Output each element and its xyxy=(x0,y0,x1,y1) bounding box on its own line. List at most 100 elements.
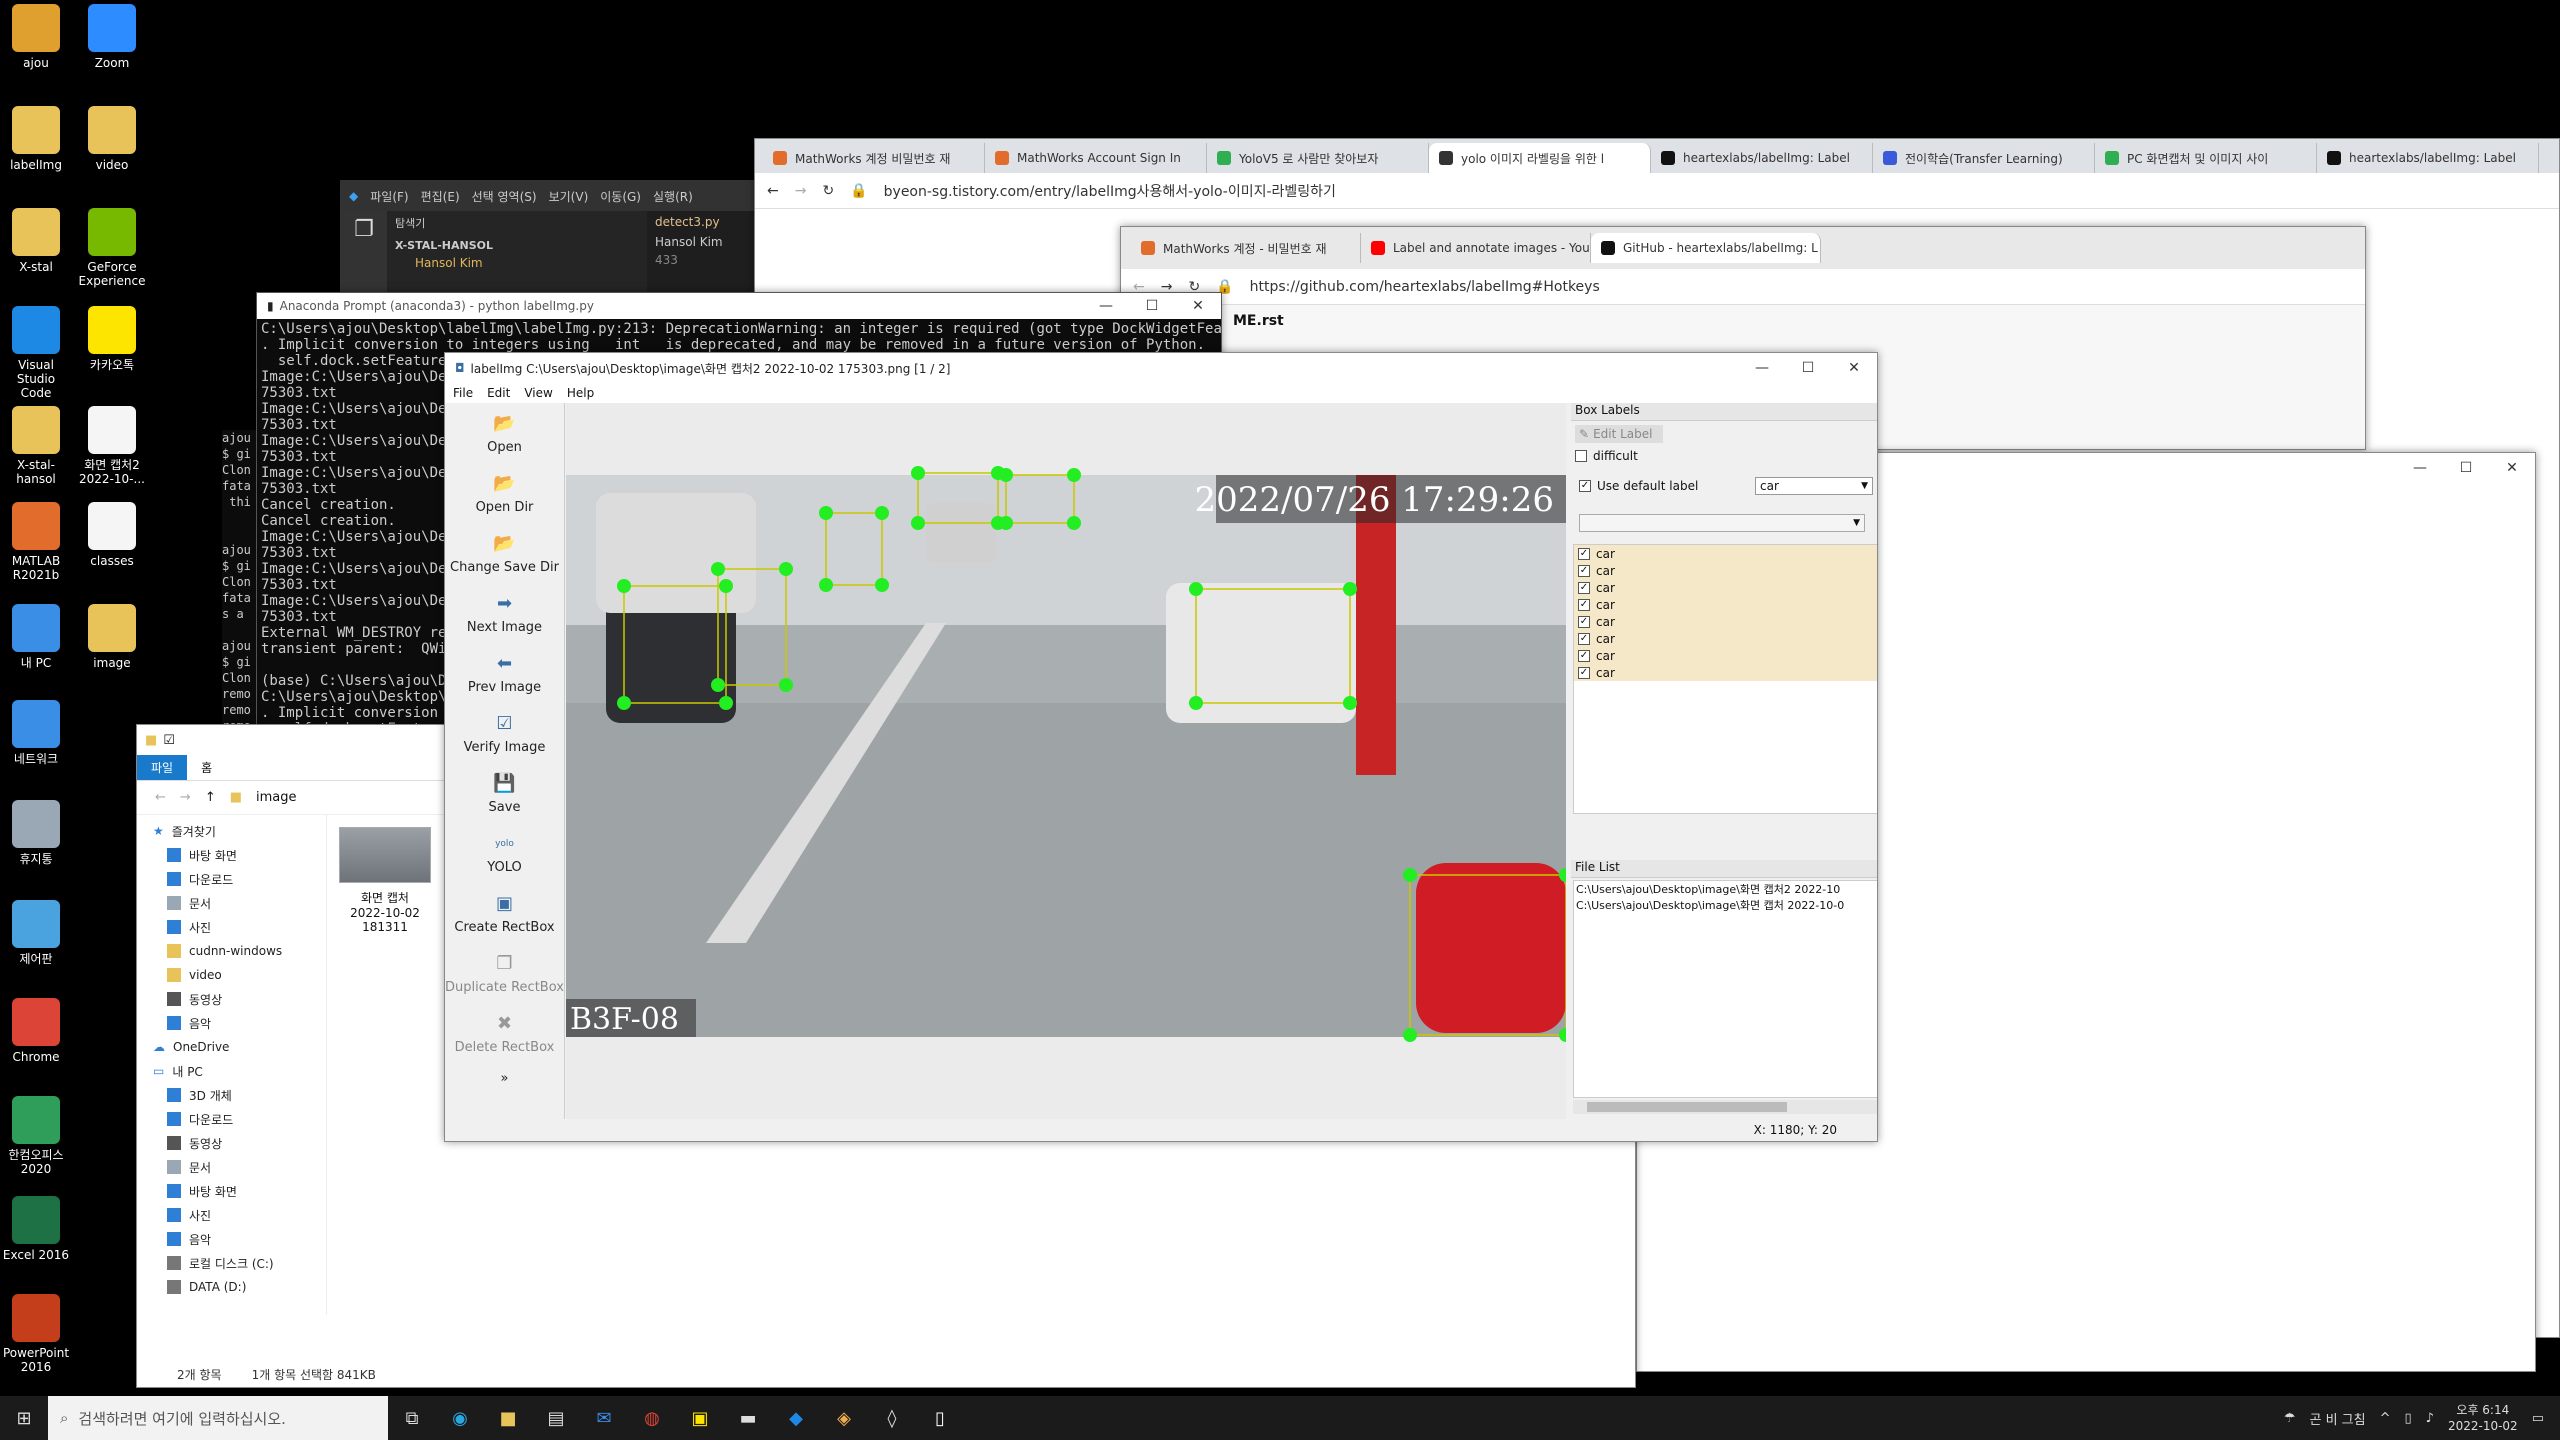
nav-item[interactable]: 동영상 xyxy=(137,987,326,1011)
volume-icon[interactable]: ♪ xyxy=(2426,1411,2434,1426)
box-vertex-handle[interactable] xyxy=(1343,582,1357,596)
quick-access[interactable]: ★ 즐겨찾기 xyxy=(137,819,326,843)
nav-item[interactable]: 음악 xyxy=(137,1011,326,1035)
maximize-button[interactable]: ☐ xyxy=(1785,360,1831,376)
box-vertex-handle[interactable] xyxy=(1189,582,1203,596)
label-checkbox[interactable]: ✓ xyxy=(1578,581,1590,594)
file-list-scrollbar[interactable] xyxy=(1573,1100,1877,1114)
label-checkbox[interactable]: ✓ xyxy=(1578,564,1590,577)
taskbar-search[interactable]: ⌕ 검색하려면 여기에 입력하십시오. xyxy=(48,1396,388,1440)
vscode-menu-item[interactable]: 이동(G) xyxy=(600,188,641,205)
desktop-icon[interactable]: Visual Studio Code xyxy=(0,306,72,400)
desktop-icon[interactable]: 한컴오피스 2020 xyxy=(0,1096,72,1176)
scrollbar-thumb[interactable] xyxy=(1587,1102,1787,1112)
weather-text[interactable]: 곤 비 그침 xyxy=(2309,1409,2365,1428)
image-canvas[interactable]: 2022/07/26 17:29:26 B3F-08 xyxy=(566,403,1573,1139)
notification-icon[interactable]: ▭ xyxy=(2532,1411,2544,1426)
terminal-icon[interactable]: ▬ xyxy=(724,1396,772,1440)
label-list-item[interactable]: ✓ car xyxy=(1574,647,1877,664)
tool-button[interactable]: 📂 Open Dir xyxy=(445,463,564,523)
box-vertex-handle[interactable] xyxy=(1343,696,1357,710)
desktop-icon[interactable]: classes xyxy=(76,502,148,568)
box-vertex-handle[interactable] xyxy=(719,579,733,593)
up-icon[interactable]: ↑ xyxy=(205,790,216,805)
tray-chevron-icon[interactable]: ^ xyxy=(2380,1411,2391,1426)
start-button[interactable]: ⊞ xyxy=(0,1396,48,1440)
nav-item[interactable]: 동영상 xyxy=(137,1131,326,1155)
tool-button[interactable]: 📂 Change Save Dir xyxy=(445,523,564,583)
explorer-subfolder[interactable]: Hansol Kim xyxy=(395,256,639,270)
tool-button[interactable]: ☑ Verify Image xyxy=(445,703,564,763)
properties-icon[interactable]: ☑ xyxy=(163,733,175,748)
desktop-icon[interactable]: GeForce Experience xyxy=(76,208,148,288)
vscode-menu-item[interactable]: 실행(R) xyxy=(653,188,693,205)
minimize-button[interactable]: — xyxy=(1739,360,1785,376)
nav-item[interactable]: 음악 xyxy=(137,1227,326,1251)
desktop-icon[interactable]: X-stal xyxy=(0,208,72,274)
label-list[interactable]: ✓ car ✓ car ✓ car ✓ car ✓ car ✓ car ✓ car ✓ car xyxy=(1573,544,1877,814)
label-list-item[interactable]: ✓ car xyxy=(1574,579,1877,596)
edit-label-button[interactable]: ✎ Edit Label xyxy=(1575,425,1663,443)
labelimg-window[interactable]: ◘ labelImg C:\Users\ajou\Desktop\image\화… xyxy=(444,352,1878,1142)
box-vertex-handle[interactable] xyxy=(875,506,889,520)
desktop-icon[interactable]: 제어판 xyxy=(0,900,72,966)
label-list-item[interactable]: ✓ car xyxy=(1574,596,1877,613)
menu-item[interactable]: Help xyxy=(567,386,594,400)
edge-tab[interactable]: GitHub - heartexlabs/labelImg: L xyxy=(1591,233,1821,263)
nav-item[interactable]: 3D 개체 xyxy=(137,1083,326,1107)
difficult-checkbox[interactable]: difficult xyxy=(1571,447,1877,464)
nav-item[interactable]: 사진 xyxy=(137,1203,326,1227)
desktop-icon[interactable]: PowerPoint 2016 xyxy=(0,1294,72,1374)
nav-item[interactable]: 사진 xyxy=(137,915,326,939)
toolbar-expand-icon[interactable]: » xyxy=(445,1063,564,1093)
nav-item[interactable]: 바탕 화면 xyxy=(137,843,326,867)
box-vertex-handle[interactable] xyxy=(779,678,793,692)
box-vertex-handle[interactable] xyxy=(1067,516,1081,530)
reload-icon[interactable]: ↻ xyxy=(822,183,834,199)
editor-tab[interactable]: detect3.py xyxy=(655,215,751,229)
close-button[interactable]: ✕ xyxy=(1831,360,1877,376)
menu-item[interactable]: View xyxy=(524,386,552,400)
menu-item[interactable]: File xyxy=(453,386,473,400)
nav-item[interactable]: video xyxy=(137,963,326,987)
nav-item[interactable]: DATA (D:) xyxy=(137,1275,326,1299)
ribbon-tab[interactable]: 홈 xyxy=(187,755,226,780)
canvas-svg[interactable]: 2022/07/26 17:29:26 B3F-08 xyxy=(566,403,1573,1139)
label-checkbox[interactable]: ✓ xyxy=(1578,632,1590,645)
desktop-icon[interactable]: 네트워크 xyxy=(0,700,72,766)
chrome-address-bar[interactable]: ← → ↻ 🔒 byeon-sg.tistory.com/entry/label… xyxy=(755,173,2559,209)
use-default-label-cb[interactable]: ✓ xyxy=(1579,480,1591,492)
desktop-icon[interactable]: ajou xyxy=(0,4,72,70)
browser-tab[interactable]: heartexlabs/labelImg: Label xyxy=(2317,143,2539,173)
maximize-button[interactable]: ☐ xyxy=(1129,298,1175,314)
weather-icon[interactable]: ☂ xyxy=(2284,1411,2296,1426)
nav-item[interactable]: 로컬 디스크 (C:) xyxy=(137,1251,326,1275)
tool-button[interactable]: ❐ Duplicate RectBox xyxy=(445,943,564,1003)
edge-icon[interactable]: ◉ xyxy=(436,1396,484,1440)
explorer-icon[interactable]: ❐ xyxy=(354,217,374,299)
box-vertex-handle[interactable] xyxy=(1189,696,1203,710)
browser-tab[interactable]: MathWorks 계정 비밀번호 재 xyxy=(763,143,985,173)
box-vertex-handle[interactable] xyxy=(999,468,1013,482)
box-vertex-handle[interactable] xyxy=(1403,868,1417,882)
desktop-icon[interactable]: video xyxy=(76,106,148,172)
tool-button[interactable]: ▣ Create RectBox xyxy=(445,883,564,943)
back-icon[interactable]: ← xyxy=(155,790,166,805)
tool-button[interactable]: 📂 Open xyxy=(445,403,564,463)
box-vertex-handle[interactable] xyxy=(819,506,833,520)
onedrive[interactable]: ☁ OneDrive xyxy=(137,1035,326,1059)
forward-icon[interactable]: → xyxy=(795,183,807,199)
path-text[interactable]: image xyxy=(256,790,297,805)
desktop-icon[interactable]: image xyxy=(76,604,148,670)
tool-button[interactable]: yolo YOLO xyxy=(445,823,564,883)
desktop-icon[interactable]: Chrome xyxy=(0,998,72,1064)
file-item[interactable]: 화면 캡처 2022-10-02 181311 xyxy=(335,827,435,934)
close-button[interactable]: ✕ xyxy=(1175,298,1221,314)
vscode-menu-item[interactable]: 선택 영역(S) xyxy=(472,188,537,205)
edge-address-bar[interactable]: ← → ↻ 🔒 https://github.com/heartexlabs/l… xyxy=(1121,269,2365,305)
navigation-pane[interactable]: ★ 즐겨찾기 바탕 화면 다운로드 문서 사진 cudnn-windows video 동영상… xyxy=(137,815,327,1315)
explorer-folder[interactable]: X-STAL-HANSOL xyxy=(395,239,639,252)
maximize-button[interactable]: ☐ xyxy=(2443,460,2489,476)
box-vertex-handle[interactable] xyxy=(911,516,925,530)
file-list-item[interactable]: C:\Users\ajou\Desktop\image\화면 캡처 2022-1… xyxy=(1574,897,1877,913)
